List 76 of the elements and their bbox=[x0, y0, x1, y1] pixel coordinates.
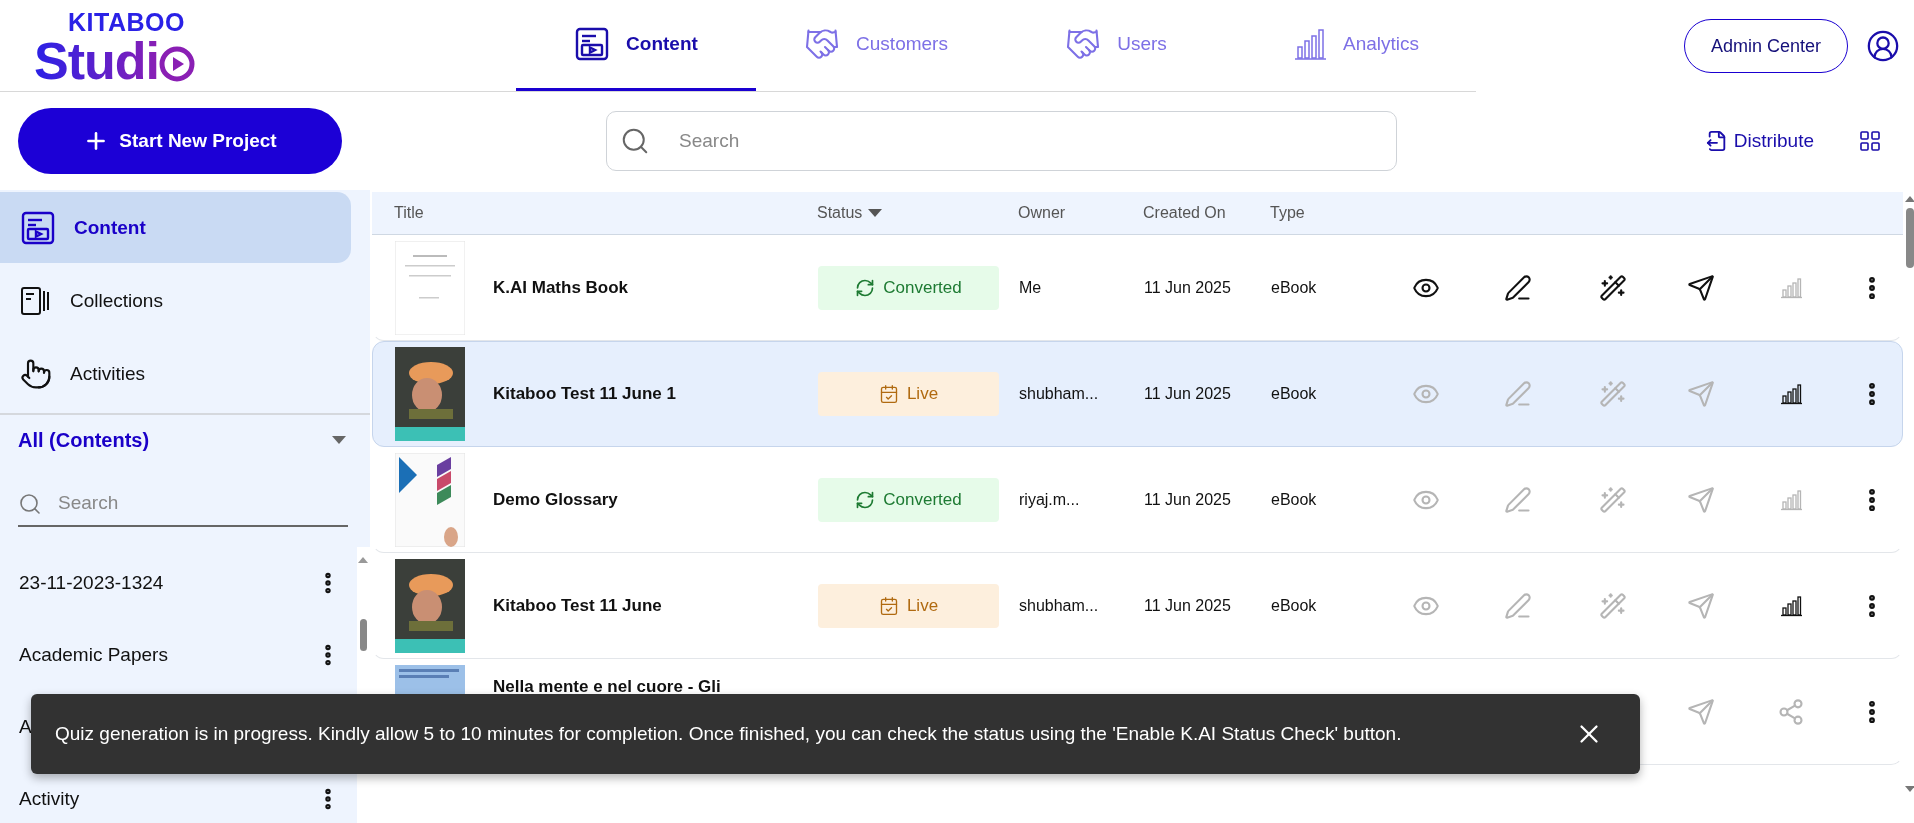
column-header: Type bbox=[1270, 204, 1306, 222]
content-title: Demo Glossary bbox=[493, 490, 619, 510]
content-title: Kitaboo Test 11 June 1 bbox=[493, 384, 677, 404]
bar-chart-icon bbox=[1780, 489, 1802, 511]
table-cell-text: shubham... bbox=[1019, 597, 1100, 615]
status-badge: Live bbox=[818, 584, 999, 628]
scroll-up-icon[interactable] bbox=[358, 557, 368, 563]
nav-tab[interactable]: Customers bbox=[756, 0, 996, 91]
start-new-project-button[interactable]: Start New Project bbox=[18, 108, 342, 174]
sort-caret-icon bbox=[868, 209, 883, 217]
refresh-icon bbox=[855, 278, 876, 298]
content-title: Kitaboo Test 11 June bbox=[493, 596, 663, 616]
scrollbar-thumb[interactable] bbox=[360, 619, 367, 651]
nav-tab[interactable]: Users bbox=[996, 0, 1236, 91]
column-header[interactable]: Status bbox=[817, 204, 1018, 222]
table-cell-text: 11 Jun 2025 bbox=[1144, 385, 1232, 403]
search-icon bbox=[18, 492, 42, 516]
logo-text: KITABOO bbox=[67, 10, 186, 35]
table-cell-text: eBook bbox=[1271, 491, 1318, 509]
search-icon bbox=[620, 126, 650, 156]
admin-center-button[interactable]: Admin Center bbox=[1683, 19, 1848, 73]
pencil-icon[interactable] bbox=[1503, 274, 1532, 302]
table-cell-text: 11 Jun 2025 bbox=[1144, 279, 1232, 297]
bar-chart-icon bbox=[1780, 595, 1802, 617]
sidebar-search-field[interactable]: Search bbox=[18, 481, 348, 527]
table-cell-text: riyaj.m... bbox=[1019, 491, 1081, 509]
content-icon bbox=[574, 26, 611, 62]
collection-icon bbox=[20, 284, 52, 317]
sidebar-item[interactable]: Activities bbox=[0, 338, 351, 409]
sidebar-list-item[interactable]: Academic Papers bbox=[0, 619, 357, 691]
sidebar-list-item[interactable]: 23-11-2023-1324 bbox=[0, 547, 357, 619]
content-title: K.AI Maths Book bbox=[493, 278, 630, 298]
send-icon[interactable] bbox=[1687, 274, 1715, 302]
status-badge: Converted bbox=[818, 266, 999, 310]
table-cell-text: eBook bbox=[1271, 385, 1318, 403]
user-icon[interactable] bbox=[1866, 29, 1900, 63]
bar-chart-icon bbox=[1293, 27, 1327, 61]
handshake-icon bbox=[804, 26, 841, 62]
table-cell-text: eBook bbox=[1271, 279, 1318, 297]
magic-wand-icon[interactable] bbox=[1598, 274, 1627, 302]
nav-tab[interactable]: Content bbox=[516, 0, 756, 91]
refresh-icon bbox=[855, 490, 876, 510]
handshake-icon bbox=[1065, 26, 1102, 62]
column-header: Title bbox=[394, 204, 425, 222]
table-cell-text: 11 Jun 2025 bbox=[1144, 491, 1232, 509]
content-title: Nella mente e nel cuore - Gli bbox=[493, 676, 722, 697]
scroll-up-icon[interactable] bbox=[1905, 196, 1914, 202]
content-icon bbox=[20, 209, 56, 246]
sidebar-item[interactable]: Collections bbox=[0, 265, 351, 336]
table-cell-text: 11 Jun 2025 bbox=[1144, 597, 1232, 615]
caret-icon bbox=[332, 436, 346, 444]
column-header: Owner bbox=[1018, 204, 1067, 222]
table-row[interactable]: Kitaboo Test 11 June 1 Live shubham... 11 Jun 2025 eBook bbox=[372, 341, 1903, 447]
filter-dropdown[interactable]: All (Contents) bbox=[0, 415, 370, 465]
status-badge: Converted bbox=[818, 478, 999, 522]
table-cell-text: eBook bbox=[1271, 597, 1318, 615]
hand-pointer-icon bbox=[20, 357, 52, 390]
export-icon bbox=[1705, 130, 1728, 152]
scroll-down-icon[interactable] bbox=[1905, 786, 1914, 792]
table-cell-text: shubham... bbox=[1019, 385, 1100, 403]
sidebar-item[interactable]: Content bbox=[0, 192, 351, 263]
nav-tab[interactable]: Analytics bbox=[1236, 0, 1476, 91]
grid-view-icon[interactable] bbox=[1858, 129, 1882, 153]
sidebar-list-item[interactable]: Activity bbox=[0, 763, 357, 823]
calendar-check-icon bbox=[878, 384, 899, 404]
play-circle-icon bbox=[159, 46, 195, 82]
column-header: Created On bbox=[1143, 204, 1227, 222]
bar-chart-icon bbox=[1780, 383, 1802, 405]
toast-message: Quiz generation is in progress. Kindly allow 5 to 10 minutes for completion. Once finished, you can check the status using the 'Enable K.AI Status Check' button. bbox=[55, 723, 1402, 745]
table-cell-text: Me bbox=[1019, 279, 1043, 297]
status-badge: Live bbox=[818, 372, 999, 416]
search-field[interactable]: Search bbox=[606, 111, 1397, 171]
calendar-check-icon bbox=[878, 596, 899, 616]
distribute-button[interactable]: Distribute bbox=[1699, 129, 1820, 153]
bar-chart-icon bbox=[1780, 277, 1802, 299]
scrollbar-thumb[interactable] bbox=[1906, 208, 1914, 268]
